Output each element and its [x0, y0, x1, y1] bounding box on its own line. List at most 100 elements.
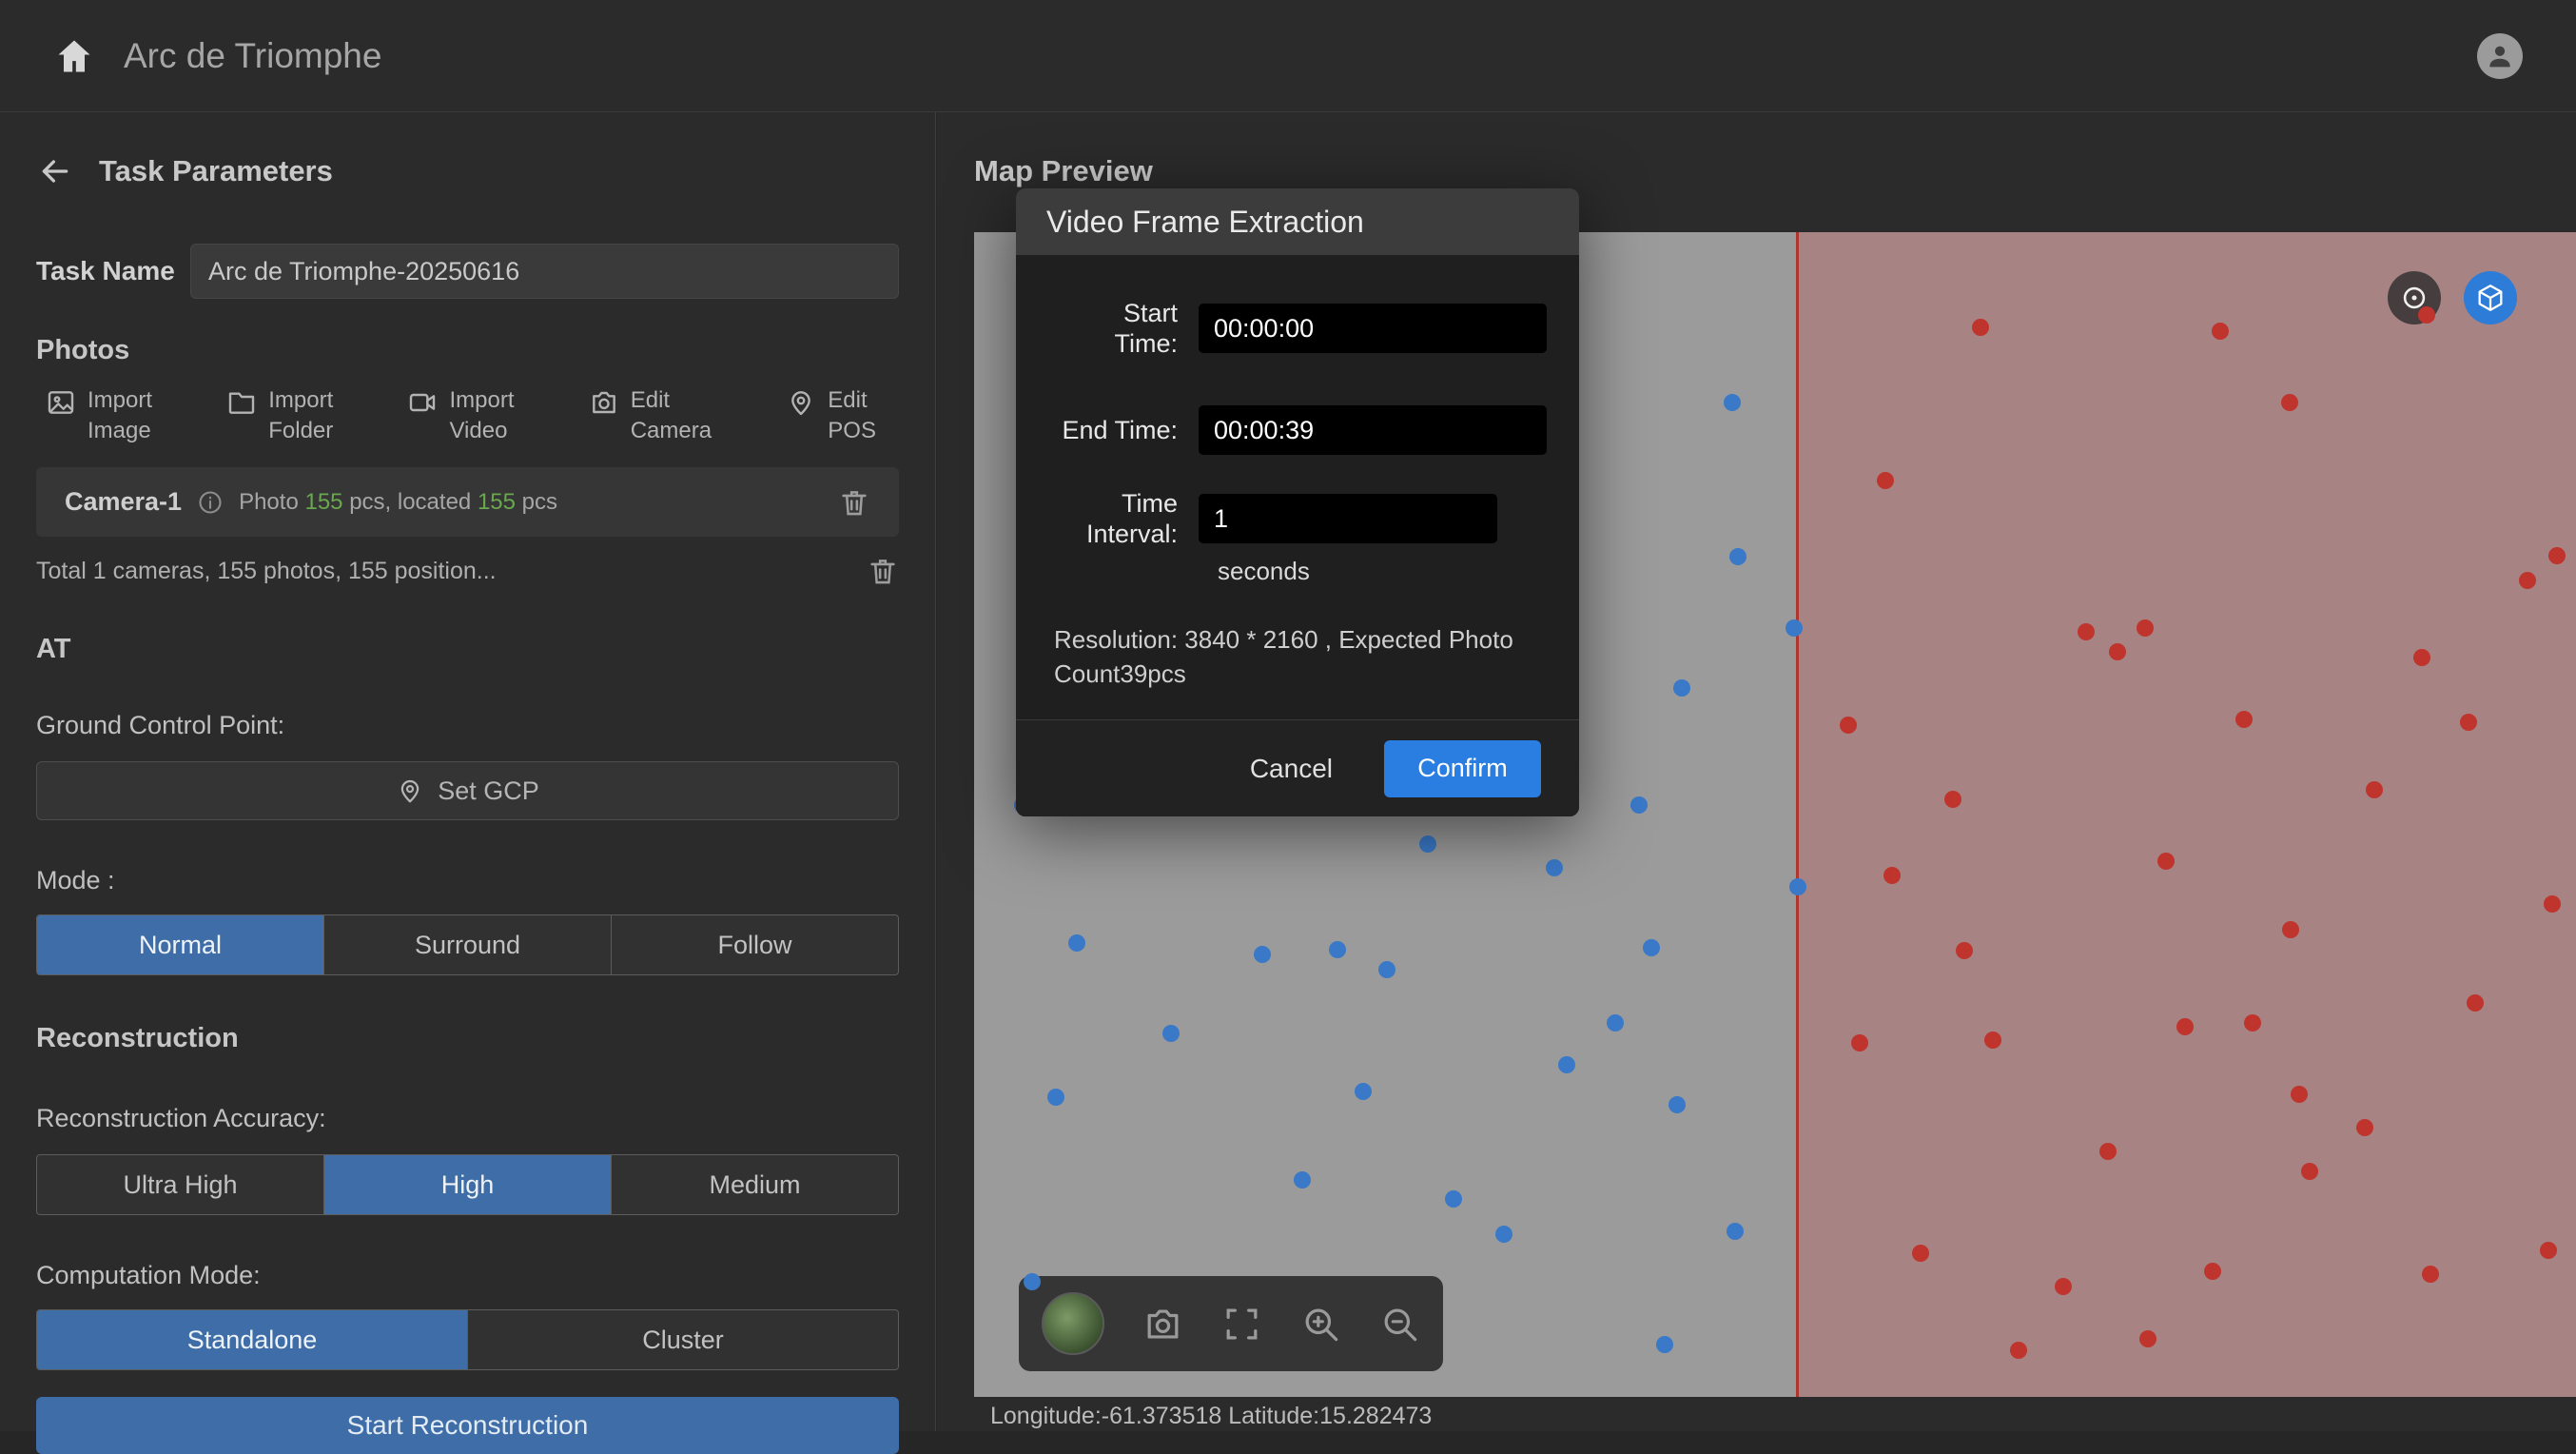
red-map-point [2418, 306, 2435, 324]
blue-map-point [1445, 1190, 1462, 1208]
camera-view-icon[interactable] [1142, 1303, 1183, 1345]
gcp-label: Ground Control Point: [36, 711, 899, 740]
computation-option-standalone[interactable]: Standalone [37, 1310, 468, 1369]
mode-option-normal[interactable]: Normal [37, 915, 324, 974]
red-map-point [2109, 643, 2126, 660]
dialog-header: Video Frame Extraction [1016, 188, 1579, 255]
red-map-point [1883, 867, 1901, 884]
accuracy-selector: Ultra High High Medium [36, 1154, 899, 1215]
red-map-point [2366, 781, 2383, 798]
camera-list-item[interactable]: Camera-1 Photo 155 pcs, located 155 pcs [36, 467, 899, 537]
start-time-label: StartTime: [1054, 298, 1178, 359]
view-3d-button[interactable] [2464, 271, 2517, 324]
red-map-point [2544, 895, 2561, 913]
camera-photo-summary: Photo 155 pcs, located 155 pcs [239, 489, 557, 516]
blue-map-point [1068, 934, 1085, 952]
edit-pos-button[interactable]: Edit POS [786, 380, 876, 453]
top-bar: Arc de Triomphe [0, 0, 2576, 112]
red-map-point [2099, 1143, 2117, 1160]
cube-3d-icon [2474, 282, 2507, 314]
red-map-point [1956, 942, 1973, 959]
delete-camera-icon[interactable] [838, 486, 870, 519]
red-map-point [2548, 547, 2566, 564]
red-map-point [2204, 1263, 2221, 1280]
accuracy-option-medium[interactable]: Medium [612, 1155, 898, 1214]
blue-map-point [1558, 1056, 1575, 1073]
red-map-point [2422, 1266, 2439, 1283]
zoom-in-icon[interactable] [1300, 1303, 1341, 1345]
fit-frame-icon[interactable] [1221, 1303, 1262, 1345]
confirm-button[interactable]: Confirm [1384, 740, 1541, 797]
page-title: Arc de Triomphe [124, 36, 381, 76]
pin-icon [396, 776, 424, 805]
edit-camera-button[interactable]: Edit Camera [589, 380, 712, 453]
red-map-point [2157, 853, 2175, 870]
start-reconstruction-button[interactable]: Start Reconstruction [36, 1397, 899, 1454]
accuracy-option-high[interactable]: High [324, 1155, 612, 1214]
back-arrow-icon[interactable] [36, 152, 74, 190]
set-gcp-button[interactable]: Set GCP [36, 761, 899, 820]
mode-option-surround[interactable]: Surround [324, 915, 612, 974]
import-image-icon [46, 387, 76, 418]
photo-count: 155 [304, 489, 342, 515]
blue-map-point [1729, 548, 1747, 565]
basemap-thumbnail[interactable] [1042, 1292, 1104, 1355]
red-map-point [2460, 714, 2477, 731]
mode-label: Mode : [36, 866, 899, 895]
blue-map-point [1724, 394, 1741, 411]
red-map-point [2235, 711, 2253, 728]
red-map-point [1851, 1034, 1868, 1051]
blue-map-point [1419, 835, 1436, 853]
red-map-point [1877, 472, 1894, 489]
end-time-input[interactable] [1199, 405, 1547, 455]
user-avatar-icon[interactable] [2477, 33, 2523, 79]
home-icon[interactable] [53, 35, 95, 77]
red-map-point [2010, 1342, 2027, 1359]
red-map-point [1840, 717, 1857, 734]
computation-mode-selector: Standalone Cluster [36, 1309, 899, 1370]
camera-total-summary: Total 1 cameras, 155 photos, 155 positio… [36, 558, 497, 585]
import-folder-button[interactable]: Import Folder [226, 380, 333, 453]
edit-pos-icon [786, 387, 816, 418]
blue-map-point [1727, 1223, 1744, 1240]
located-count: 155 [478, 489, 516, 515]
red-map-point [2301, 1163, 2318, 1180]
task-name-input[interactable] [190, 244, 899, 299]
delete-all-icon[interactable] [867, 555, 899, 587]
blue-map-point [1669, 1096, 1686, 1113]
blue-map-point [1546, 859, 1563, 876]
red-map-point [2291, 1086, 2308, 1103]
accuracy-option-ultra-high[interactable]: Ultra High [37, 1155, 324, 1214]
red-map-point [1944, 791, 1961, 808]
time-interval-input[interactable] [1199, 494, 1497, 543]
map-toolbar [1019, 1276, 1443, 1371]
at-heading: AT [36, 634, 899, 665]
red-map-point [2519, 572, 2536, 589]
blue-map-point [1162, 1025, 1180, 1042]
import-video-button[interactable]: Import Video [407, 380, 514, 453]
video-frame-extraction-dialog: Video Frame Extraction StartTime: End Ti… [1016, 188, 1579, 816]
start-time-input[interactable] [1199, 304, 1547, 353]
panel-header: Task Parameters [36, 152, 899, 190]
dialog-footer: Cancel Confirm [1016, 719, 1579, 816]
dialog-title: Video Frame Extraction [1046, 205, 1364, 240]
import-image-button[interactable]: Import Image [46, 380, 152, 453]
red-map-point [2281, 394, 2298, 411]
blue-map-point [1656, 1336, 1673, 1353]
resolution-info: Resolution: 3840 * 2160 , Expected Photo… [1054, 622, 1530, 691]
blue-map-point [1607, 1014, 1624, 1032]
zoom-out-icon[interactable] [1379, 1303, 1420, 1345]
coordinates-readout: Longitude:-61.373518 Latitude:15.282473 [990, 1401, 1432, 1431]
mode-option-follow[interactable]: Follow [612, 915, 898, 974]
cancel-button[interactable]: Cancel [1244, 753, 1338, 785]
blue-map-point [1355, 1083, 1372, 1100]
red-map-point [2540, 1242, 2557, 1259]
red-map-point [2055, 1278, 2072, 1295]
red-map-point [1912, 1245, 1929, 1262]
red-map-point [2356, 1119, 2373, 1136]
computation-option-cluster[interactable]: Cluster [468, 1310, 898, 1369]
red-map-point [2139, 1330, 2156, 1347]
reconstruction-heading: Reconstruction [36, 1023, 899, 1054]
interval-unit-label: seconds [1218, 557, 1541, 585]
map-view-controls [2388, 271, 2517, 324]
